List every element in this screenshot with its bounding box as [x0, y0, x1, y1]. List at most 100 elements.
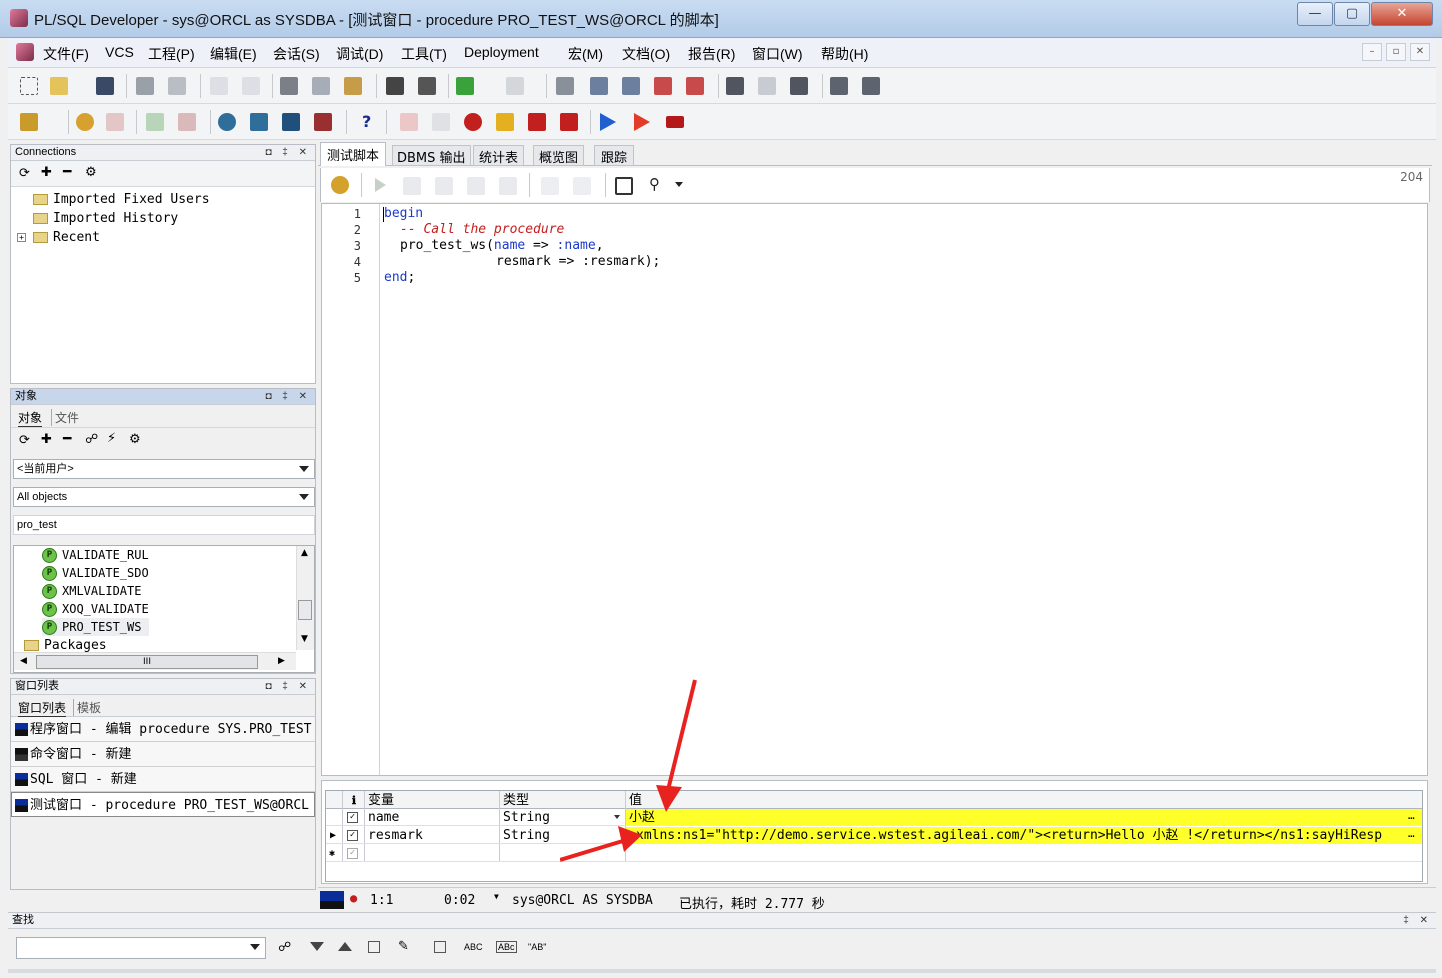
scroll-thumb[interactable]: [298, 600, 312, 620]
tab-dbms-output[interactable]: DBMS 输出: [392, 145, 471, 166]
tree-item-pro-test-ws[interactable]: P PRO_TEST_WS: [42, 618, 149, 636]
test-window-icon[interactable]: [314, 113, 332, 131]
debug-run-icon[interactable]: [331, 176, 349, 194]
step-over-icon[interactable]: [403, 177, 421, 195]
copy-icon[interactable]: [312, 77, 330, 95]
binoculars-icon[interactable]: ☍: [85, 432, 98, 447]
replace-icon[interactable]: [418, 77, 436, 95]
tree-item-imported-fixed-users[interactable]: Imported Fixed Users: [33, 190, 315, 209]
menu-session[interactable]: 会话(S): [273, 44, 320, 64]
mdi-restore-button[interactable]: ▫: [1386, 43, 1406, 61]
bookmark-icon[interactable]: [726, 77, 744, 95]
find-icon[interactable]: [386, 77, 404, 95]
image-icon[interactable]: [615, 177, 633, 195]
find-input[interactable]: [16, 937, 266, 959]
tab-test-script[interactable]: 测试脚本: [320, 142, 387, 166]
menu-edit[interactable]: 编辑(E): [210, 44, 257, 64]
remove-icon[interactable]: ━: [63, 164, 71, 180]
tree-item-validate-sdo[interactable]: P VALIDATE_SDO: [42, 564, 149, 582]
watch-icon[interactable]: [541, 177, 559, 195]
whole-word-icon[interactable]: ABc: [496, 941, 517, 953]
clear-icon[interactable]: ✎: [398, 939, 409, 954]
find-previous-icon[interactable]: [338, 942, 352, 951]
connection-label[interactable]: sys@ORCL AS SYSDBA: [512, 893, 653, 908]
object-type-select[interactable]: All objects: [13, 487, 315, 507]
menu-debug[interactable]: 调试(D): [336, 44, 383, 64]
indent-icon[interactable]: [556, 77, 574, 95]
cascade-icon[interactable]: [830, 77, 848, 95]
execute-icon[interactable]: [76, 113, 94, 131]
command-window-icon[interactable]: [282, 113, 300, 131]
row-checkbox[interactable]: ✓: [347, 830, 358, 841]
sql-window-icon[interactable]: [250, 113, 268, 131]
menu-report[interactable]: 报告(R): [688, 44, 735, 64]
scroll-right-icon[interactable]: ▶: [278, 656, 285, 666]
panel-buttons[interactable]: ◘ ‡ ✕: [265, 679, 311, 694]
menu-file[interactable]: 文件(F): [43, 44, 89, 64]
step-into-icon[interactable]: [528, 113, 546, 131]
power-icon[interactable]: ●: [350, 891, 357, 905]
menu-vcs[interactable]: VCS: [105, 44, 134, 60]
highlight-all-icon[interactable]: [368, 941, 380, 953]
paste-icon[interactable]: [344, 77, 362, 95]
print-preview-icon[interactable]: [168, 77, 186, 95]
tab-objects[interactable]: 对象: [18, 409, 43, 427]
tab-overview[interactable]: 概览图: [533, 145, 585, 166]
match-case-icon[interactable]: ABC: [464, 942, 483, 952]
menu-macro[interactable]: 宏(M): [568, 44, 603, 64]
user-select[interactable]: <当前用户>: [13, 459, 315, 479]
tree-item-xmlvalidate[interactable]: P XMLVALIDATE: [42, 582, 149, 600]
breakpoint-icon[interactable]: [464, 113, 482, 131]
window-list-item[interactable]: 程序窗口 - 编辑 procedure SYS.PRO_TEST: [11, 717, 315, 742]
value-cell[interactable]: xmlns:ns1="http://demo.service.wstest.ag…: [626, 827, 1422, 844]
open-icon[interactable]: [50, 77, 68, 95]
next-bookmark-icon[interactable]: [758, 77, 776, 95]
uncomment-icon[interactable]: [622, 77, 640, 95]
debug-clear-icon[interactable]: [432, 113, 450, 131]
uppercase-icon[interactable]: [654, 77, 672, 95]
regex-icon[interactable]: "AB": [528, 942, 546, 952]
step-into-icon[interactable]: [435, 177, 453, 195]
more-button[interactable]: …: [1408, 807, 1420, 824]
step-icon[interactable]: [496, 113, 514, 131]
comment-icon[interactable]: [590, 77, 608, 95]
panel-buttons[interactable]: ‡ ✕: [1403, 913, 1432, 928]
tree-item-xoq-validate[interactable]: P XOQ_VALIDATE: [42, 600, 149, 618]
tab-window-list[interactable]: 窗口列表: [18, 699, 67, 717]
row-checkbox[interactable]: ✓: [347, 812, 358, 823]
refresh-icon[interactable]: ⟳: [19, 166, 30, 181]
variable-cell[interactable]: resmark: [368, 827, 496, 844]
import-icon[interactable]: [456, 77, 474, 95]
run-icon[interactable]: [375, 178, 386, 192]
tab-templates[interactable]: 模板: [73, 699, 101, 716]
menu-help[interactable]: 帮助(H): [821, 44, 868, 64]
column-header-variable[interactable]: 变量: [368, 792, 394, 809]
value-cell[interactable]: 小赵: [626, 809, 1422, 826]
variable-icon[interactable]: [573, 177, 591, 195]
step-out-icon[interactable]: [467, 177, 485, 195]
panel-buttons[interactable]: ◘ ‡ ✕: [265, 145, 311, 160]
tab-trace[interactable]: 跟踪: [594, 145, 635, 166]
print-icon[interactable]: [136, 77, 154, 95]
row-checkbox[interactable]: ✓: [347, 848, 358, 859]
filter-icon[interactable]: ⚡: [107, 431, 116, 446]
code-editor[interactable]: 1 2 3 4 5 begin -- Call the procedure pr…: [321, 203, 1428, 776]
add-icon[interactable]: ✚: [41, 432, 52, 447]
lowercase-icon[interactable]: [686, 77, 704, 95]
tree-item-validate-rul[interactable]: P VALIDATE_RUL: [42, 546, 149, 564]
mdi-close-button[interactable]: ✕: [1410, 43, 1430, 61]
chevron-down-icon[interactable]: [675, 182, 683, 187]
menu-project[interactable]: 工程(P): [148, 44, 195, 64]
tab-files[interactable]: 文件: [51, 409, 79, 426]
chevron-down-icon[interactable]: ▼: [494, 892, 499, 901]
break-icon[interactable]: [106, 113, 124, 131]
clear-bookmarks-icon[interactable]: [790, 77, 808, 95]
refresh-icon[interactable]: ⟳: [19, 433, 30, 448]
search-icon[interactable]: ⚲: [649, 175, 660, 193]
rollback-icon[interactable]: [178, 113, 196, 131]
more-button[interactable]: …: [1408, 825, 1420, 842]
commit-icon[interactable]: [146, 113, 164, 131]
debug-start-icon[interactable]: [400, 113, 418, 131]
stop-icon[interactable]: [666, 116, 684, 128]
panel-buttons[interactable]: ◘ ‡ ✕: [265, 389, 311, 404]
